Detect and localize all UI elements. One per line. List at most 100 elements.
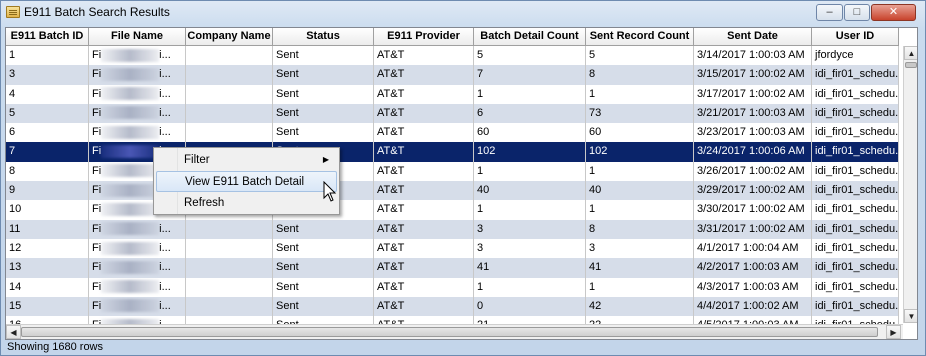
- table-row[interactable]: 15 Fi i... Sent AT&T 0 42 4/4/2017 1:00:02 AM id…: [6, 296, 899, 317]
- table-cell: 3: [586, 238, 694, 259]
- table-cell: AT&T: [374, 258, 474, 278]
- table-cell: 3/14/2017 1:00:03 AM: [694, 46, 812, 66]
- menu-item-refresh[interactable]: Refresh: [156, 193, 337, 214]
- horizontal-scroll-thumb[interactable]: [21, 327, 878, 337]
- cell-text: 41: [589, 261, 602, 274]
- cell-text: i...: [159, 49, 171, 61]
- table-cell: idi_fir01_schedu...: [812, 123, 899, 143]
- scroll-down-arrow-icon[interactable]: ▼: [904, 309, 917, 323]
- cell-text: 40: [589, 184, 602, 197]
- cell-text: 9: [9, 184, 16, 197]
- cell-text: Fi: [92, 299, 102, 312]
- horizontal-scrollbar[interactable]: ◀ ▶: [6, 324, 903, 339]
- table-row[interactable]: 11 Fi i... Sent AT&T 3 8 3/31/2017 1:00:02 AM id…: [6, 219, 899, 239]
- table-cell: AT&T: [374, 46, 474, 66]
- table-cell: Sent: [273, 103, 374, 124]
- column-header[interactable]: Sent Record Count: [586, 28, 694, 46]
- menu-item-filter[interactable]: Filter ▶: [156, 150, 337, 171]
- table-cell: 41: [474, 258, 586, 278]
- cell-text: Fi: [92, 241, 102, 254]
- cell-text: 10: [9, 203, 22, 216]
- menu-item-label: View E911 Batch Detail: [185, 176, 305, 188]
- table-row[interactable]: 10 Fi AT&T 1 1 3/30/2017 1:00:02 AM idi_fir01_…: [6, 200, 899, 220]
- table-cell: idi_fir01_schedu...: [812, 181, 899, 201]
- results-grid[interactable]: E911 Batch ID File Name Company Name Status…: [5, 27, 918, 340]
- table-cell: 40: [474, 181, 586, 201]
- table-row[interactable]: 14 Fi i... Sent AT&T 1 1 4/3/2017 1:00:03 AM idi…: [6, 277, 899, 297]
- cell-text: idi_fir01_schedu...: [815, 87, 899, 100]
- table-cell: 3/31/2017 1:00:02 AM: [694, 219, 812, 239]
- cell-text: Fi: [92, 203, 102, 216]
- table-cell: Sent: [273, 65, 374, 85]
- table-cell: Sent: [273, 258, 374, 278]
- table-cell: 4/3/2017 1:00:03 AM: [694, 277, 812, 297]
- table-row[interactable]: 5 Fi i... Sent AT&T 6 73 3/21/2017 1:00:03 AM id…: [6, 103, 899, 124]
- table-cell: [186, 277, 273, 297]
- cell-text: i...: [159, 280, 171, 293]
- close-button[interactable]: ✕: [871, 4, 916, 21]
- table-cell: 4/4/2017 1:00:02 AM: [694, 296, 812, 317]
- table-cell: idi_fir01_schedu...: [812, 161, 899, 182]
- cell-text: idi_fir01_schedu...: [815, 106, 899, 119]
- cell-text: idi_fir01_schedu...: [815, 126, 899, 139]
- cell-text: AT&T: [377, 68, 405, 81]
- table-row[interactable]: 1 Fi i... Sent AT&T 5 5 3/14/2017 1:00:03 AM jfo…: [6, 46, 899, 66]
- column-header[interactable]: User ID: [812, 28, 899, 46]
- table-row[interactable]: 7Fii...SentAT&T1021023/24/2017 1:00:06 A…: [6, 142, 899, 162]
- redacted-blur: [101, 241, 160, 255]
- table-cell: 3/21/2017 1:00:03 AM: [694, 103, 812, 124]
- cell-text: idi_fir01_schedu...: [815, 203, 899, 216]
- scroll-left-arrow-icon[interactable]: ◀: [6, 325, 21, 339]
- scroll-right-arrow-icon[interactable]: ▶: [886, 325, 901, 339]
- table-cell: 102: [586, 142, 694, 162]
- column-header[interactable]: Company Name: [186, 28, 273, 46]
- redacted-blur: [101, 280, 160, 294]
- cell-text: 4/2/2017 1:00:03 AM: [697, 261, 799, 274]
- table-row[interactable]: 9 Fi AT&T 40 40 3/29/2017 1:00:02 AM idi_fir01…: [6, 181, 899, 201]
- maximize-button[interactable]: □: [844, 4, 870, 21]
- cell-text: Fi: [92, 87, 102, 100]
- cell-text: i...: [159, 126, 171, 139]
- table-cell: 13: [6, 258, 89, 278]
- table-cell: 60: [474, 123, 586, 143]
- cell-text: 4/1/2017 1:00:04 AM: [697, 241, 799, 254]
- table-row[interactable]: 8 Fi AT&T 1 1 3/26/2017 1:00:02 AM idi_fir01_s…: [6, 161, 899, 182]
- table-cell: 6: [6, 123, 89, 143]
- column-header[interactable]: Batch Detail Count: [474, 28, 586, 46]
- table-cell: [186, 258, 273, 278]
- column-header[interactable]: Status: [273, 28, 374, 46]
- table-cell: idi_fir01_schedu...: [812, 219, 899, 239]
- menu-item-view-e911-batch-detail[interactable]: View E911 Batch Detail: [156, 171, 337, 192]
- table-row[interactable]: 4 Fi i... Sent AT&T 1 1 3/17/2017 1:00:02 AM idi…: [6, 84, 899, 104]
- minimize-button[interactable]: –: [816, 4, 843, 21]
- cell-text: AT&T: [377, 145, 405, 158]
- column-header[interactable]: E911 Provider: [374, 28, 474, 46]
- cell-text: idi_fir01_schedu...: [815, 184, 899, 197]
- redacted-blur: [101, 106, 160, 120]
- table-row[interactable]: 3 Fi i... Sent AT&T 7 8 3/15/2017 1:00:02 AM idi…: [6, 65, 899, 85]
- cell-text: Fi: [92, 222, 102, 235]
- column-header[interactable]: E911 Batch ID: [6, 28, 89, 46]
- vertical-scroll-thumb[interactable]: [905, 62, 917, 68]
- cell-text: 3/26/2017 1:00:02 AM: [697, 164, 805, 177]
- file-name-cell: Fi i...: [89, 103, 186, 124]
- scroll-up-arrow-icon[interactable]: ▲: [904, 46, 917, 60]
- cell-text: AT&T: [377, 241, 405, 254]
- table-row[interactable]: 12 Fi i... Sent AT&T 3 3 4/1/2017 1:00:04 AM idi…: [6, 238, 899, 259]
- title-bar[interactable]: E911 Batch Search Results – □ ✕: [1, 1, 925, 25]
- table-cell: 3/17/2017 1:00:02 AM: [694, 84, 812, 104]
- table-cell: idi_fir01_schedu...: [812, 84, 899, 104]
- column-header[interactable]: File Name: [89, 28, 186, 46]
- cell-text: 60: [477, 126, 490, 139]
- table-cell: 1: [586, 161, 694, 182]
- vertical-scrollbar[interactable]: ▲ ▼: [903, 46, 917, 323]
- table-row[interactable]: 13 Fi i... Sent AT&T 41 41 4/2/2017 1:00:03 AM i…: [6, 258, 899, 278]
- table-cell: 1: [586, 277, 694, 297]
- table-cell: 0: [474, 296, 586, 317]
- table-row[interactable]: 6 Fi i... Sent AT&T 60 60 3/23/2017 1:00:03 AM i…: [6, 123, 899, 143]
- minimize-icon: –: [826, 6, 833, 18]
- file-name-cell: Fi i...: [89, 277, 186, 297]
- cell-text: idi_fir01_schedu...: [815, 241, 899, 254]
- column-header[interactable]: Sent Date: [694, 28, 812, 46]
- table-cell: 9: [6, 181, 89, 201]
